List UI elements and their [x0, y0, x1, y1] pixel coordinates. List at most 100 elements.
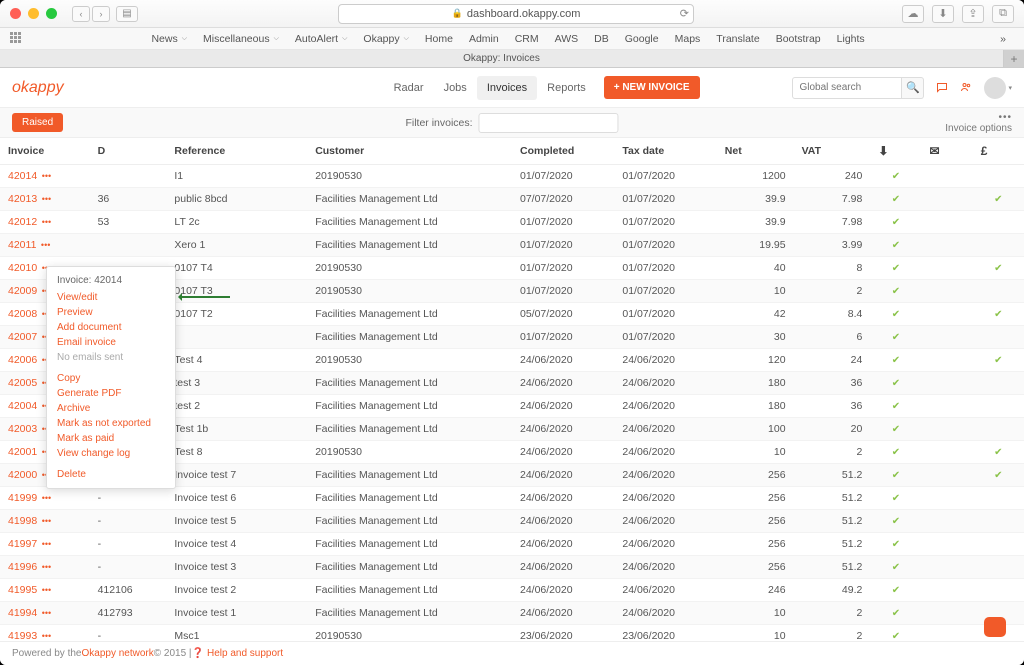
bookmark-maps[interactable]: Maps	[667, 33, 709, 45]
invoice-number-link[interactable]: 42004 •••	[8, 400, 51, 412]
bookmark-google[interactable]: Google	[617, 33, 667, 45]
context-item-archive[interactable]: Archive	[47, 401, 175, 416]
col-net[interactable]: Net	[717, 138, 794, 165]
chat-bubble-icon[interactable]	[936, 80, 948, 96]
nav-radar[interactable]: Radar	[384, 76, 434, 100]
bookmark-okappy[interactable]: Okappy⌵	[355, 33, 417, 45]
customer-link[interactable]: Facilities Management Ltd	[307, 372, 512, 395]
invoice-row[interactable]: 41998 ••• - Invoice test 5 Facilities Ma…	[0, 510, 1024, 533]
invoice-number-link[interactable]: 42005 •••	[8, 377, 51, 389]
invoice-number-link[interactable]: 42014 •••	[8, 170, 51, 182]
invoice-number-link[interactable]: 42013 •••	[8, 193, 51, 205]
share-icon[interactable]: ⇪	[962, 5, 984, 23]
new-tab-button[interactable]: +	[1004, 50, 1024, 67]
bookmark-autoalert[interactable]: AutoAlert⌵	[287, 33, 356, 45]
sidebar-toggle-icon[interactable]: ▤	[116, 6, 138, 22]
customer-link[interactable]: Facilities Management Ltd	[307, 188, 512, 211]
col-completed[interactable]: Completed	[512, 138, 614, 165]
customer-link[interactable]: Facilities Management Ltd	[307, 464, 512, 487]
col-reference[interactable]: Reference	[166, 138, 307, 165]
tabs-icon[interactable]: ⧉	[992, 5, 1014, 23]
invoice-number-link[interactable]: 42012 •••	[8, 216, 51, 228]
invoice-row[interactable]: 42012 ••• 53 LT 2c Facilities Management…	[0, 211, 1024, 234]
avatar-dropdown-icon[interactable]: ▾	[1008, 84, 1012, 92]
new-invoice-button[interactable]: + NEW INVOICE	[604, 76, 700, 99]
customer-link[interactable]: Facilities Management Ltd	[307, 303, 512, 326]
help-support-link[interactable]: Help and support	[207, 648, 283, 659]
filter-invoices-input[interactable]	[479, 113, 619, 133]
invoice-number-link[interactable]: 41995 •••	[8, 584, 51, 596]
context-item-mark-as-not-exported[interactable]: Mark as not exported	[47, 416, 175, 431]
raised-filter-button[interactable]: Raised	[12, 113, 63, 132]
invoice-id[interactable]: 53	[90, 211, 167, 234]
invoice-row[interactable]: 42011 ••• Xero 1 Facilities Management L…	[0, 234, 1024, 257]
bookmark-translate[interactable]: Translate	[708, 33, 767, 45]
cloud-icon[interactable]: ☁	[902, 5, 924, 23]
email-icon[interactable]: ✉	[922, 138, 973, 165]
customer-link[interactable]: 20190530	[307, 441, 512, 464]
col-id[interactable]: D	[90, 138, 167, 165]
bookmark-miscellaneous[interactable]: Miscellaneous⌵	[195, 33, 287, 45]
context-item-copy[interactable]: Copy	[47, 371, 175, 386]
refresh-icon[interactable]: ⟳	[680, 7, 689, 20]
minimize-window-button[interactable]	[28, 8, 39, 19]
invoice-id[interactable]: 412793	[90, 602, 167, 625]
invoice-number-link[interactable]: 42003 •••	[8, 423, 51, 435]
chat-widget[interactable]	[984, 617, 1006, 637]
customer-link[interactable]: Facilities Management Ltd	[307, 579, 512, 602]
context-item-mark-as-paid[interactable]: Mark as paid	[47, 431, 175, 446]
customer-link[interactable]: 20190530	[307, 625, 512, 642]
context-item-view-change-log[interactable]: View change log	[47, 446, 175, 461]
search-button[interactable]: 🔍	[902, 77, 924, 99]
address-bar[interactable]: 🔒 dashboard.okappy.com ⟳	[338, 4, 694, 24]
nav-reports[interactable]: Reports	[537, 76, 596, 100]
invoice-number-link[interactable]: 41994 •••	[8, 607, 51, 619]
customer-link[interactable]: Facilities Management Ltd	[307, 533, 512, 556]
customer-link[interactable]: 20190530	[307, 257, 512, 280]
invoice-number-link[interactable]: 42010 •••	[8, 262, 51, 274]
bookmark-lights[interactable]: Lights	[829, 33, 873, 45]
context-item-generate-pdf[interactable]: Generate PDF	[47, 386, 175, 401]
invoice-row[interactable]: 42013 ••• 36 public 8bcd Facilities Mana…	[0, 188, 1024, 211]
customer-link[interactable]: Facilities Management Ltd	[307, 556, 512, 579]
invoice-number-link[interactable]: 42000 •••	[8, 469, 51, 481]
customer-link[interactable]: 20190530	[307, 349, 512, 372]
invoice-row[interactable]: 41995 ••• 412106 Invoice test 2 Faciliti…	[0, 579, 1024, 602]
invoice-options-menu[interactable]: ••• Invoice options	[945, 112, 1012, 134]
customer-link[interactable]: 20190530	[307, 165, 512, 188]
maximize-window-button[interactable]	[46, 8, 57, 19]
col-vat[interactable]: VAT	[794, 138, 871, 165]
bookmarks-overflow[interactable]: »	[992, 33, 1014, 45]
customer-link[interactable]: Facilities Management Ltd	[307, 602, 512, 625]
invoice-row[interactable]: 41994 ••• 412793 Invoice test 1 Faciliti…	[0, 602, 1024, 625]
bookmark-aws[interactable]: AWS	[547, 33, 587, 45]
back-button[interactable]: ‹	[72, 6, 90, 22]
browser-tab[interactable]: Okappy: Invoices	[0, 50, 1004, 67]
customer-link[interactable]: Facilities Management Ltd	[307, 487, 512, 510]
apps-grid-icon[interactable]	[10, 32, 24, 46]
invoice-number-link[interactable]: 42008 •••	[8, 308, 51, 320]
invoice-number-link[interactable]: 42001 •••	[8, 446, 51, 458]
nav-jobs[interactable]: Jobs	[434, 76, 477, 100]
customer-link[interactable]: Facilities Management Ltd	[307, 510, 512, 533]
invoice-row[interactable]: 41999 ••• - Invoice test 6 Facilities Ma…	[0, 487, 1024, 510]
global-search-input[interactable]	[792, 77, 902, 99]
bookmark-crm[interactable]: CRM	[507, 33, 547, 45]
invoice-number-link[interactable]: 42009 •••	[8, 285, 51, 297]
nav-invoices[interactable]: Invoices	[477, 76, 537, 100]
invoice-number-link[interactable]: 41996 •••	[8, 561, 51, 573]
invoice-number-link[interactable]: 42006 •••	[8, 354, 51, 366]
context-item-delete[interactable]: Delete	[47, 467, 175, 482]
context-item-view-edit[interactable]: View/edit	[47, 290, 175, 305]
col-customer[interactable]: Customer	[307, 138, 512, 165]
context-item-add-document[interactable]: Add document	[47, 320, 175, 335]
col-tax-date[interactable]: Tax date	[614, 138, 716, 165]
pound-icon[interactable]: £	[973, 138, 1024, 165]
invoice-number-link[interactable]: 41999 •••	[8, 492, 51, 504]
invoice-number-link[interactable]: 41993 •••	[8, 630, 51, 641]
customer-link[interactable]: Facilities Management Ltd	[307, 211, 512, 234]
user-avatar[interactable]	[984, 77, 1006, 99]
bookmark-db[interactable]: DB	[586, 33, 617, 45]
invoice-row[interactable]: 41997 ••• - Invoice test 4 Facilities Ma…	[0, 533, 1024, 556]
users-icon[interactable]	[960, 80, 972, 96]
